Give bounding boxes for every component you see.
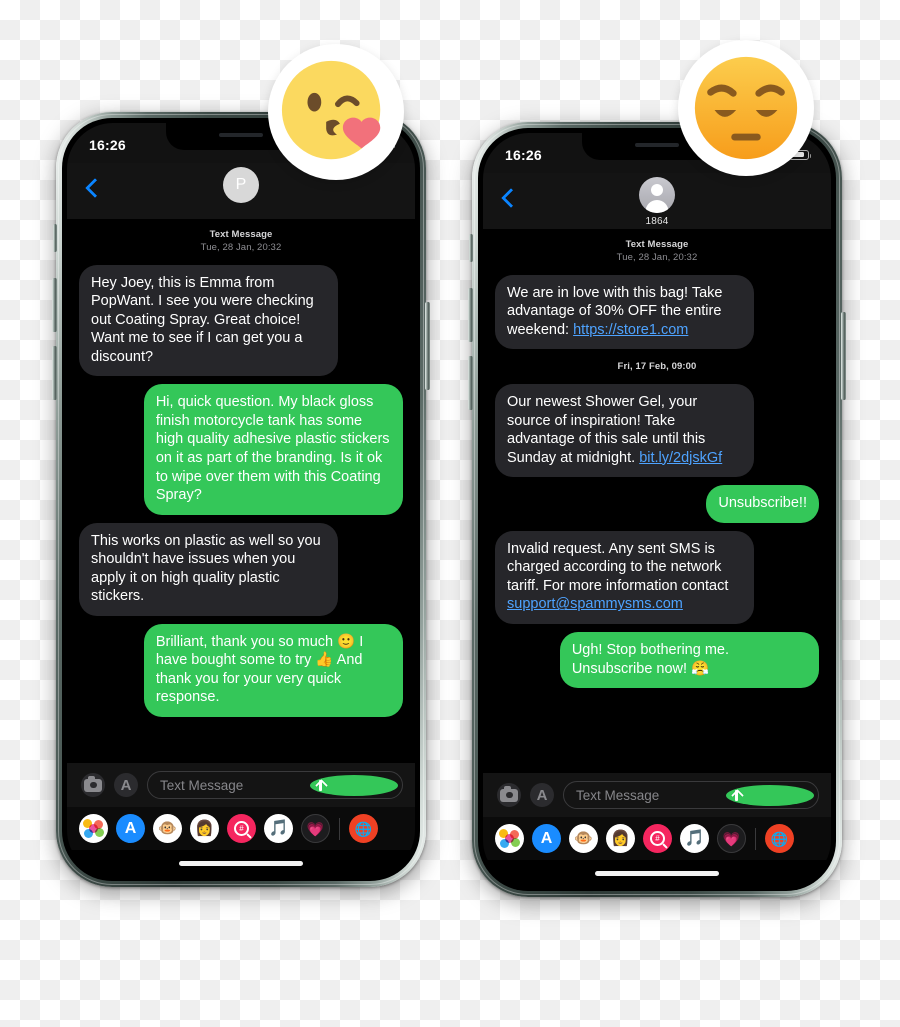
screenshot-canvas: 16:26 P Text Message Tue, 28 Jan, 20:32 … [0, 0, 900, 1027]
message-row: Invalid request. Any sent SMS is charged… [495, 530, 819, 624]
iphone-device-right: 16:26 1864 Text Message Tue, 28 Jan, 20:… [468, 122, 846, 897]
mute-switch[interactable] [53, 224, 57, 252]
conversation-header: 1864 [483, 173, 831, 229]
animoji-monkey-icon[interactable]: 🐵 [569, 824, 598, 853]
app-store-app-icon[interactable]: A [532, 824, 561, 853]
thread-spacer [79, 725, 403, 759]
message-bubble-outgoing[interactable]: Hi, quick question. My black gloss finis… [143, 384, 403, 515]
more-apps-icon[interactable]: 🌐 [349, 814, 378, 843]
send-arrow-up-icon[interactable] [726, 784, 815, 806]
pensive-face-emoji [694, 56, 798, 160]
volume-down-button[interactable] [468, 356, 473, 410]
message-row: Hi, quick question. My black gloss finis… [79, 384, 403, 515]
message-bubble-outgoing[interactable]: Ugh! Stop bothering me. Unsubscribe now!… [559, 632, 819, 689]
home-indicator[interactable] [483, 860, 831, 886]
message-row: Hey Joey, this is Emma from PopWant. I s… [79, 264, 403, 377]
thread-timestamp: Fri, 17 Feb, 09:00 [495, 361, 819, 374]
message-input-placeholder: Text Message [576, 787, 660, 803]
message-row: Ugh! Stop bothering me. Unsubscribe now!… [495, 632, 819, 689]
message-bubble-incoming[interactable]: This works on plastic as well so you sho… [79, 522, 339, 616]
volume-down-button[interactable] [52, 346, 57, 400]
apple-music-app-icon[interactable]: 🎵 [680, 824, 709, 853]
thread-spacer [495, 696, 819, 769]
phone-screen-right: 16:26 1864 Text Message Tue, 28 Jan, 20:… [483, 133, 831, 886]
thread-timestamp-label: Text Message [209, 229, 273, 240]
pensive-face-emoji-sticker [678, 40, 814, 176]
camera-icon[interactable] [81, 773, 105, 797]
thread-timestamp: Text Message Tue, 28 Jan, 20:32 [79, 229, 403, 255]
thread-timestamp-label: Text Message [625, 239, 689, 250]
earpiece-speaker [219, 132, 263, 137]
message-bubble-incoming[interactable]: Invalid request. Any sent SMS is charged… [495, 530, 755, 624]
message-bubble-incoming[interactable]: Our newest Shower Gel, your source of in… [495, 384, 755, 478]
images-search-app-icon[interactable]: # [643, 824, 672, 853]
mute-switch[interactable] [469, 234, 473, 262]
digital-touch-app-icon[interactable]: 💗 [717, 824, 746, 853]
earpiece-speaker [635, 142, 679, 147]
message-bubble-incoming[interactable]: We are in love with this bag! Take advan… [495, 274, 755, 350]
thread-timestamp-date: Tue, 28 Jan, 20:32 [616, 251, 698, 263]
message-link[interactable]: https://store1.com [573, 322, 688, 338]
kissing-heart-emoji [281, 60, 381, 160]
avatar: P [223, 167, 259, 203]
phone-bezel: 16:26 P Text Message Tue, 28 Jan, 20:32 … [62, 118, 420, 881]
status-time: 16:26 [505, 147, 542, 163]
message-row: This works on plastic as well so you sho… [79, 522, 403, 616]
phone-screen-left: 16:26 P Text Message Tue, 28 Jan, 20:32 … [67, 123, 415, 876]
iphone-device-left: 16:26 P Text Message Tue, 28 Jan, 20:32 … [52, 112, 430, 887]
message-row: We are in love with this bag! Take advan… [495, 274, 819, 350]
memoji-person-icon[interactable]: 👩 [606, 824, 635, 853]
message-input-field[interactable]: Text Message [563, 781, 819, 809]
imessage-app-dock[interactable]: A 🐵 👩 # 🎵 💗 🌐 [483, 817, 831, 860]
digital-touch-app-icon[interactable]: 💗 [301, 814, 330, 843]
message-thread-left[interactable]: Text Message Tue, 28 Jan, 20:32 Hey Joey… [67, 219, 415, 763]
message-row: Brilliant, thank you so much 🙂 I have bo… [79, 623, 403, 718]
power-button[interactable] [841, 312, 846, 400]
chevron-left-icon[interactable] [81, 177, 103, 199]
home-indicator[interactable] [67, 850, 415, 876]
kissing-heart-emoji-sticker [268, 44, 404, 180]
power-button[interactable] [425, 302, 430, 390]
phone-bezel: 16:26 1864 Text Message Tue, 28 Jan, 20:… [478, 128, 836, 891]
message-link[interactable]: bit.ly/2djskGf [639, 450, 722, 466]
imessage-app-dock[interactable]: A 🐵 👩 # 🎵 💗 🌐 [67, 807, 415, 850]
apple-music-app-icon[interactable]: 🎵 [264, 814, 293, 843]
images-search-app-icon[interactable]: # [227, 814, 256, 843]
message-bubble-outgoing[interactable]: Brilliant, thank you so much 🙂 I have bo… [143, 623, 403, 718]
contact-info[interactable]: 1864 [483, 177, 831, 227]
dock-divider [755, 827, 756, 850]
dock-divider [339, 817, 340, 840]
message-bubble-outgoing[interactable]: Unsubscribe!! [706, 485, 819, 523]
app-store-app-icon[interactable]: A [116, 814, 145, 843]
volume-up-button[interactable] [52, 278, 57, 332]
avatar [639, 177, 675, 213]
camera-icon[interactable] [497, 783, 521, 807]
app-store-icon[interactable]: A [530, 783, 554, 807]
message-link[interactable]: support@spammysms.com [507, 596, 683, 612]
app-store-icon[interactable]: A [114, 773, 138, 797]
message-input-bar: A Text Message [67, 763, 415, 807]
more-apps-icon[interactable]: 🌐 [765, 824, 794, 853]
message-row: Unsubscribe!! [495, 485, 819, 523]
thread-timestamp: Text Message Tue, 28 Jan, 20:32 [495, 239, 819, 265]
message-input-placeholder: Text Message [160, 777, 244, 793]
send-arrow-up-icon[interactable] [310, 774, 399, 796]
message-text: Invalid request. Any sent SMS is charged… [507, 540, 729, 594]
thread-timestamp-date-2: Fri, 17 Feb, 09:00 [617, 361, 697, 373]
avatar-initial: P [235, 176, 247, 193]
thread-timestamp-date: Tue, 28 Jan, 20:32 [200, 241, 282, 253]
status-time: 16:26 [89, 137, 126, 153]
message-thread-right[interactable]: Text Message Tue, 28 Jan, 20:32 We are i… [483, 229, 831, 773]
chevron-left-icon[interactable] [497, 187, 519, 209]
message-row: Our newest Shower Gel, your source of in… [495, 384, 819, 478]
photos-app-icon[interactable] [79, 814, 108, 843]
contact-name: 1864 [645, 216, 669, 227]
memoji-person-icon[interactable]: 👩 [190, 814, 219, 843]
message-input-field[interactable]: Text Message [147, 771, 403, 799]
volume-up-button[interactable] [468, 288, 473, 342]
message-input-bar: A Text Message [483, 773, 831, 817]
photos-app-icon[interactable] [495, 824, 524, 853]
animoji-monkey-icon[interactable]: 🐵 [153, 814, 182, 843]
message-bubble-incoming[interactable]: Hey Joey, this is Emma from PopWant. I s… [79, 264, 339, 377]
